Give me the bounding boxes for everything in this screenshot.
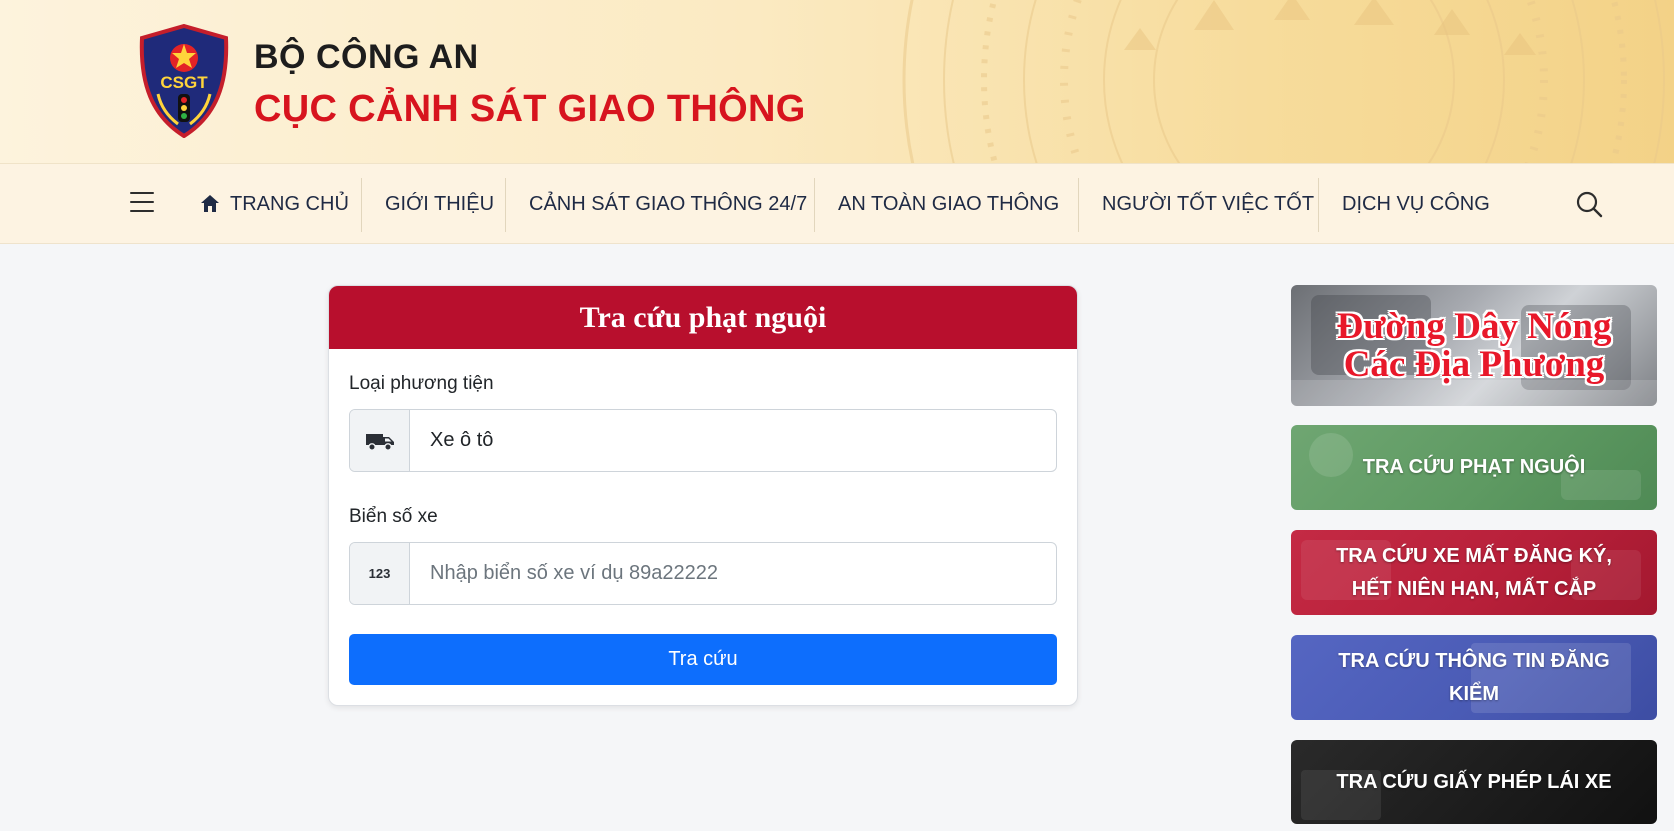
- logo-text: CSGT: [160, 73, 208, 92]
- nav-item-good-deeds[interactable]: NGƯỜI TỐT VIỆC TỐT: [1102, 178, 1314, 230]
- department-name: CỤC CẢNH SÁT GIAO THÔNG: [254, 88, 806, 130]
- nav-item-label: NGƯỜI TỐT VIỆC TỐT: [1102, 192, 1315, 215]
- plate-input[interactable]: [410, 543, 1056, 604]
- vehicle-type-select[interactable]: Xe ô tô: [349, 409, 1057, 472]
- nav-item-traffic-police-247[interactable]: CẢNH SÁT GIAO THÔNG 24/7: [529, 178, 807, 230]
- nav-divider: [505, 178, 506, 232]
- fine-lookup-card: Tra cứu phạt nguội Loại phương tiện Xe ô…: [328, 285, 1078, 706]
- inspection-lookup-label: TRA CỨU THÔNG TIN ĐĂNG KIỂM: [1338, 649, 1610, 705]
- nav-item-label: TRANG CHỦ: [230, 192, 349, 215]
- csgt-logo: CSGT: [139, 24, 229, 138]
- vehicle-type-value[interactable]: Xe ô tô: [410, 410, 1056, 471]
- lookup-button[interactable]: Tra cứu: [349, 634, 1057, 685]
- nav-item-label: AN TOÀN GIAO THÔNG: [838, 192, 1060, 215]
- org-name: BỘ CÔNG AN: [254, 38, 479, 76]
- inspection-lookup-link[interactable]: TRA CỨU THÔNG TIN ĐĂNG KIỂM: [1291, 635, 1657, 720]
- nav-divider: [1078, 178, 1079, 232]
- bronze-drum-pattern: [902, 0, 1665, 163]
- nav-item-label: GIỚI THIỆU: [385, 192, 495, 215]
- nav-item-home[interactable]: TRANG CHỦ: [200, 178, 349, 230]
- card-title: Tra cứu phạt nguội: [579, 300, 827, 334]
- hotline-line-2: Các Địa Phương: [1343, 343, 1605, 385]
- fine-lookup-link[interactable]: TRA CỨU PHẠT NGUỘI: [1291, 425, 1657, 510]
- nav-item-label: CẢNH SÁT GIAO THÔNG 24/7: [529, 192, 808, 215]
- truck-icon: [365, 433, 394, 451]
- fine-lookup-link-label: TRA CỨU PHẠT NGUỘI: [1362, 456, 1586, 478]
- nav-item-about[interactable]: GIỚI THIỆU: [385, 178, 494, 230]
- site-header: CSGT BỘ CÔNG AN CỤC CẢNH SÁT GIAO THÔNG: [0, 0, 1674, 163]
- plate-label: Biển số xe: [349, 506, 438, 527]
- stolen-vehicle-lookup-label: TRA CỨU XE MẤT ĐĂNG KÝ, HẾT NIÊN HẠN, MẤ…: [1336, 544, 1612, 600]
- numbers-icon: 123: [368, 566, 391, 581]
- nav-divider: [814, 178, 815, 232]
- nav-item-traffic-safety[interactable]: AN TOÀN GIAO THÔNG: [838, 178, 1059, 230]
- plate-addon: 123: [350, 543, 410, 604]
- home-icon: [201, 195, 219, 212]
- main-nav: TRANG CHỦ GIỚI THIỆU CẢNH SÁT GIAO THÔNG…: [0, 163, 1674, 244]
- vehicle-type-addon: [350, 410, 410, 471]
- vehicle-type-label: Loại phương tiện: [349, 373, 494, 394]
- hotline-banner[interactable]: Đường Dây Nóng Các Địa Phương: [1291, 285, 1657, 406]
- search-icon[interactable]: [1575, 190, 1603, 218]
- stolen-vehicle-lookup-link[interactable]: TRA CỨU XE MẤT ĐĂNG KÝ, HẾT NIÊN HẠN, MẤ…: [1291, 530, 1657, 615]
- nav-divider: [361, 178, 362, 232]
- plate-input-group: 123: [349, 542, 1057, 605]
- license-lookup-link[interactable]: TRA CỨU GIẤY PHÉP LÁI XE: [1291, 740, 1657, 824]
- hotline-line-1: Đường Dây Nóng: [1336, 305, 1612, 347]
- license-lookup-label: TRA CỨU GIẤY PHÉP LÁI XE: [1336, 770, 1612, 793]
- nav-item-public-services[interactable]: DỊCH VỤ CÔNG: [1342, 178, 1490, 230]
- nav-divider: [1318, 178, 1319, 232]
- nav-item-label: DỊCH VỤ CÔNG: [1342, 192, 1490, 215]
- card-header: Tra cứu phạt nguội: [329, 286, 1077, 349]
- hamburger-icon[interactable]: [130, 192, 154, 214]
